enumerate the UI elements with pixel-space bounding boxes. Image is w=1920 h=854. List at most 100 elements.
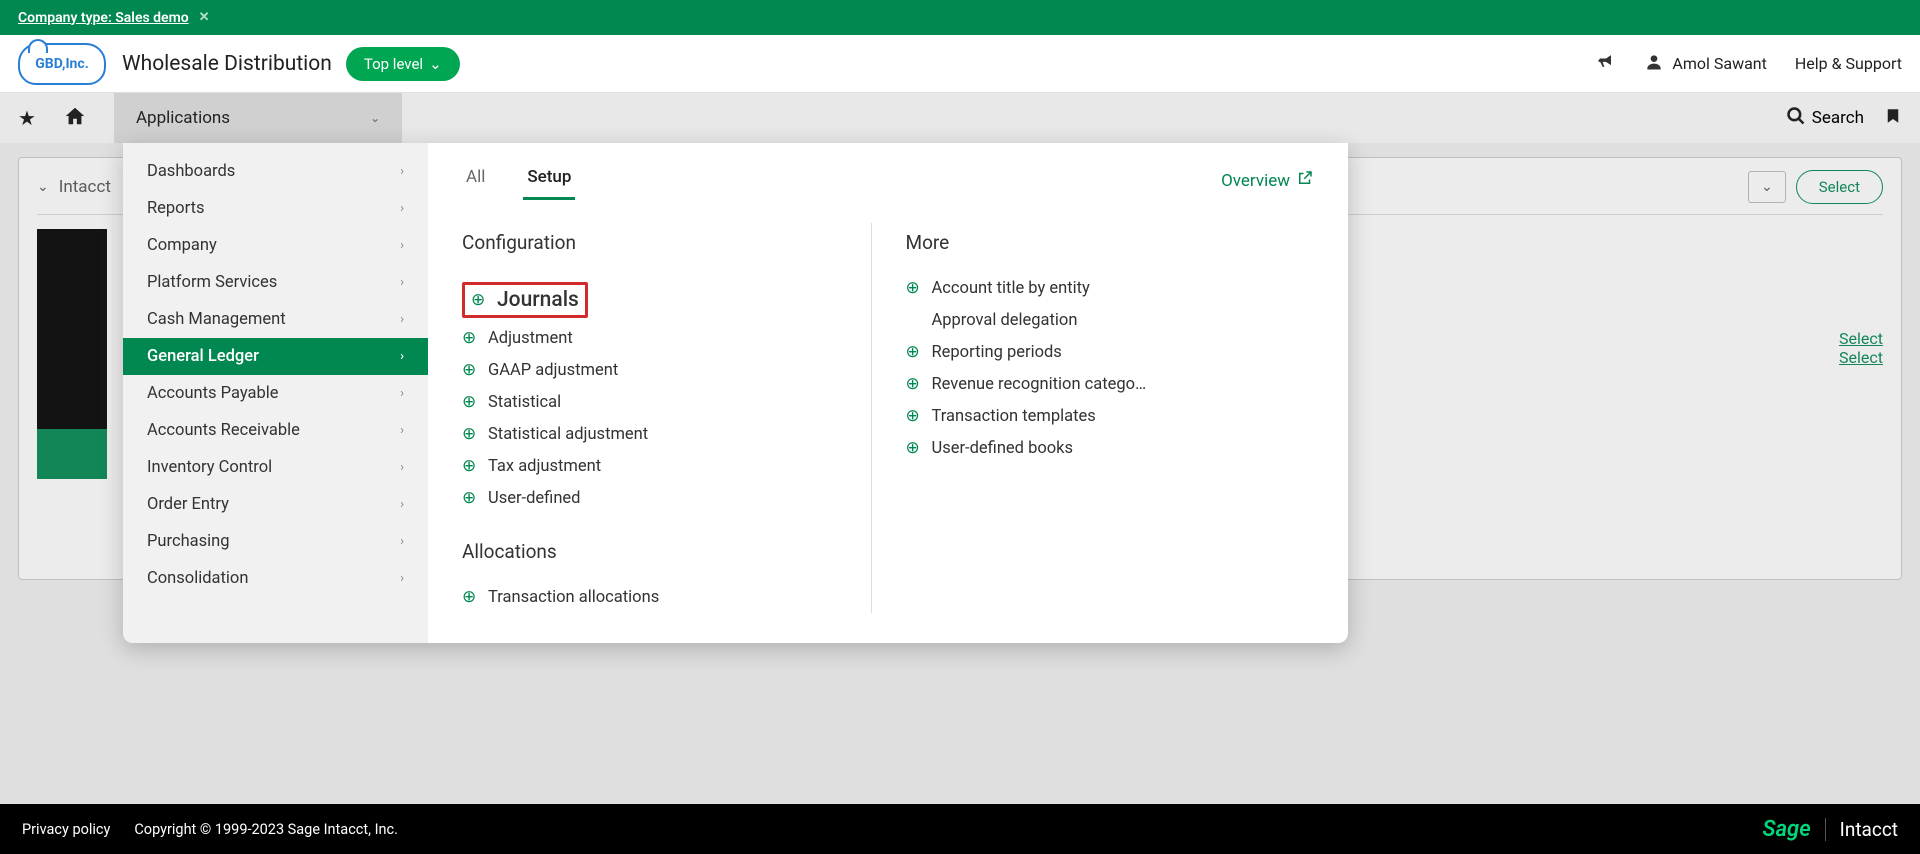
sidebar-item-reports[interactable]: Reports › [123, 190, 428, 227]
sidebar-item-label: Cash Management [147, 310, 286, 329]
sidebar-item-dashboards[interactable]: Dashboards› [123, 153, 428, 190]
sidebar-item-consolidation[interactable]: Consolidation › [123, 560, 428, 597]
megaphone-icon[interactable] [1596, 51, 1616, 76]
plus-circle-icon[interactable]: ⊕ [906, 406, 924, 426]
plus-circle-icon[interactable]: ⊕ [462, 587, 480, 607]
home-icon[interactable] [64, 105, 86, 132]
chevron-right-icon: › [400, 497, 404, 512]
sidebar-item-label: Purchasing [147, 532, 230, 551]
plus-circle-icon[interactable]: ⊕ [462, 488, 480, 508]
plus-circle-icon[interactable]: ⊕ [906, 438, 924, 458]
company-type-link[interactable]: Company type: Sales demo [18, 10, 189, 26]
overview-label: Overview [1221, 171, 1290, 191]
banner-close-icon[interactable]: ✕ [199, 10, 210, 25]
plus-circle-icon[interactable]: ⊕ [462, 328, 480, 348]
sidebar-item-accounts-payable[interactable]: Accounts Payable › [123, 375, 428, 412]
top-level-selector[interactable]: Top level ⌄ [346, 47, 460, 81]
applications-menu-button[interactable]: Applications ⌄ [114, 93, 402, 143]
menu-link-label: Revenue recognition catego… [932, 375, 1147, 394]
intacct-logo: Intacct [1825, 818, 1898, 841]
menu-link-account-title-by-entity[interactable]: ⊕Account title by entity [906, 272, 1315, 304]
menu-link-tax-adjustment[interactable]: ⊕ Tax adjustment [462, 450, 871, 482]
company-type-banner: Company type: Sales demo ✕ [0, 0, 1920, 35]
sidebar-item-label: Accounts Receivable [147, 421, 300, 440]
sidebar-item-cash-management[interactable]: Cash Management › [123, 301, 428, 338]
menu-link-transaction-templates[interactable]: ⊕ Transaction templates [906, 400, 1315, 432]
menu-link-label: GAAP adjustment [488, 361, 618, 380]
menu-link-user-defined[interactable]: ⊕User-defined [462, 482, 871, 514]
search-label: Search [1812, 108, 1864, 128]
privacy-policy-link[interactable]: Privacy policy [22, 821, 110, 838]
sidebar-item-general-ledger[interactable]: General Ledger› [123, 338, 428, 375]
user-icon [1644, 52, 1664, 76]
chevron-right-icon: › [400, 201, 404, 216]
sidebar-item-company[interactable]: Company› [123, 227, 428, 264]
sidebar-item-order-entry[interactable]: Order Entry› [123, 486, 428, 523]
chevron-right-icon: › [400, 312, 404, 327]
menu-link-revenue-recognition[interactable]: ⊕ Revenue recognition catego… [906, 368, 1315, 400]
overview-link[interactable]: Overview [1221, 161, 1314, 200]
chevron-right-icon: › [400, 423, 404, 438]
sidebar-item-label: Platform Services [147, 273, 277, 292]
footer: Privacy policy Copyright © 1999-2023 Sag… [0, 804, 1920, 854]
menu-link-statistical[interactable]: ⊕ Statistical [462, 386, 871, 418]
tab-all[interactable]: All [462, 161, 489, 200]
menu-link-label: Tax adjustment [488, 457, 601, 476]
external-link-icon [1296, 169, 1314, 192]
menu-link-label: Statistical adjustment [488, 425, 648, 444]
chevron-down-icon: ⌄ [429, 55, 442, 73]
sidebar-item-label: Accounts Payable [147, 384, 279, 403]
sidebar-item-platform-services[interactable]: Platform Services › [123, 264, 428, 301]
user-menu[interactable]: Amol Sawant [1644, 52, 1766, 76]
section-allocations-title: Allocations [462, 540, 871, 563]
plus-circle-icon[interactable]: ⊕ [462, 424, 480, 444]
menu-link-user-defined-books[interactable]: ⊕ User-defined books [906, 432, 1315, 464]
menu-sidebar: Dashboards› Reports› Company› Platform S… [123, 143, 428, 643]
menu-column-right: More ⊕Account title by entity ⊕Approval … [871, 223, 1315, 613]
sidebar-item-accounts-receivable[interactable]: Accounts Receivable › [123, 412, 428, 449]
sidebar-item-purchasing[interactable]: Purchasing› [123, 523, 428, 560]
sidebar-item-inventory-control[interactable]: Inventory Control› [123, 449, 428, 486]
chevron-right-icon: › [400, 349, 404, 364]
main-header: GBD,Inc. Wholesale Distribution Top leve… [0, 35, 1920, 93]
company-name: Wholesale Distribution [122, 52, 332, 76]
menu-link-journals[interactable]: ⊕ Journals [462, 282, 588, 318]
menu-link-label: Journals [497, 288, 579, 312]
sidebar-item-label: Reports [147, 199, 205, 218]
star-icon[interactable]: ★ [18, 106, 36, 130]
chevron-right-icon: › [400, 275, 404, 290]
plus-circle-icon[interactable]: ⊕ [471, 290, 489, 310]
global-search[interactable]: Search [1786, 106, 1864, 131]
tab-setup[interactable]: Setup [523, 161, 575, 200]
menu-link-adjustment[interactable]: ⊕Adjustment [462, 322, 871, 354]
menu-link-transaction-allocations[interactable]: ⊕Transaction allocations [462, 581, 871, 613]
menu-link-label: Statistical [488, 393, 561, 412]
plus-circle-icon[interactable]: ⊕ [906, 342, 924, 362]
bookmark-icon[interactable] [1884, 105, 1902, 131]
plus-circle-icon[interactable]: ⊕ [462, 360, 480, 380]
search-icon [1786, 106, 1806, 131]
menu-link-statistical-adjustment[interactable]: ⊕ Statistical adjustment [462, 418, 871, 450]
menu-link-approval-delegation[interactable]: ⊕Approval delegation [906, 304, 1315, 336]
menu-link-reporting-periods[interactable]: ⊕Reporting periods [906, 336, 1315, 368]
menu-link-gaap-adjustment[interactable]: ⊕ GAAP adjustment [462, 354, 871, 386]
help-support-link[interactable]: Help & Support [1795, 54, 1902, 73]
plus-circle-icon[interactable]: ⊕ [462, 392, 480, 412]
menu-link-label: Transaction templates [932, 407, 1096, 426]
applications-mega-menu: Dashboards› Reports› Company› Platform S… [123, 143, 1348, 643]
copyright-text: Copyright © 1999-2023 Sage Intacct, Inc. [134, 821, 398, 838]
chevron-right-icon: › [400, 571, 404, 586]
nav-bar: ★ Applications ⌄ Search Dashboards› Repo… [0, 93, 1920, 143]
chevron-right-icon: › [400, 386, 404, 401]
section-configuration-title: Configuration [462, 231, 871, 254]
company-logo[interactable]: GBD,Inc. [18, 43, 106, 85]
top-level-label: Top level [364, 55, 423, 73]
applications-label: Applications [136, 108, 230, 128]
plus-circle-icon[interactable]: ⊕ [906, 278, 924, 298]
plus-circle-icon[interactable]: ⊕ [906, 374, 924, 394]
menu-link-label: User-defined books [932, 439, 1074, 458]
sidebar-item-label: Consolidation [147, 569, 248, 588]
plus-circle-icon[interactable]: ⊕ [462, 456, 480, 476]
chevron-right-icon: › [400, 238, 404, 253]
sidebar-item-label: Dashboards [147, 162, 235, 181]
